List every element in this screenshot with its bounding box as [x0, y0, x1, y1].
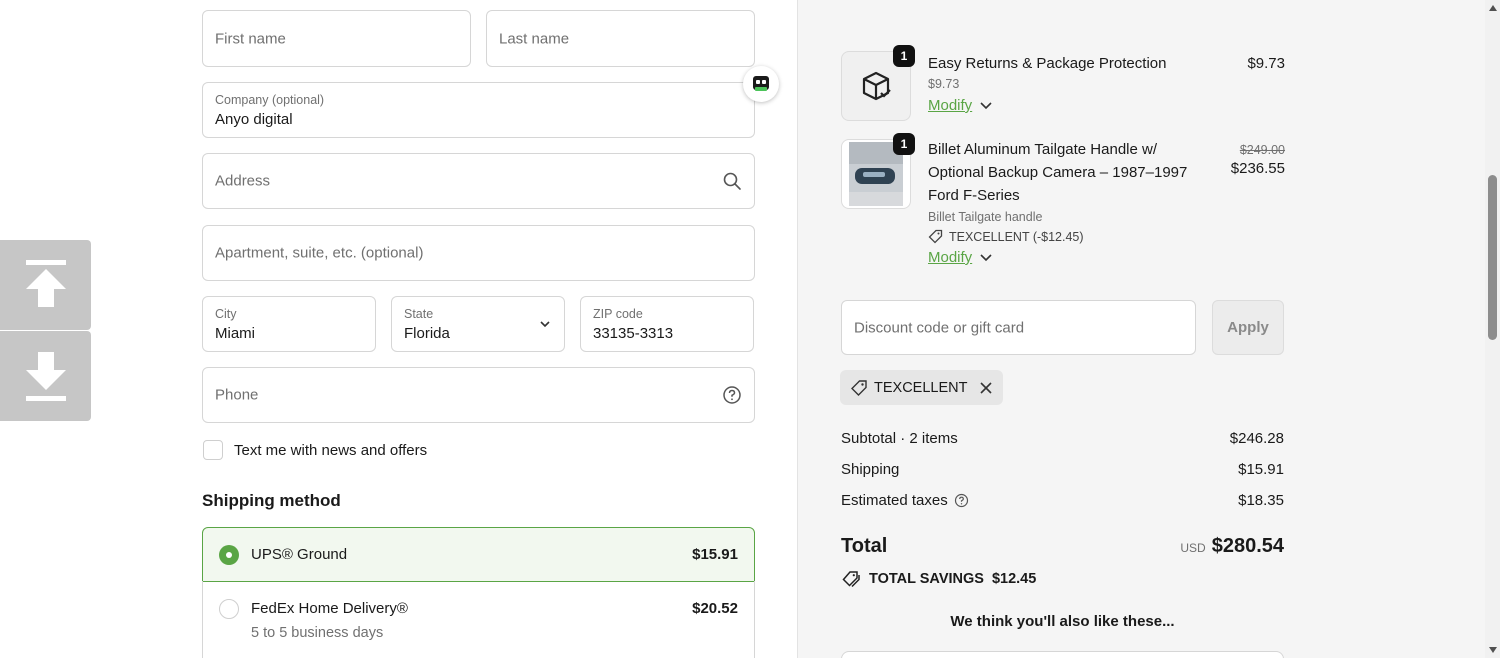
line-item: 1 Easy Returns & Package Protection $9.7…	[841, 45, 1285, 131]
apartment-field[interactable]: Apartment, suite, etc. (optional)	[202, 225, 755, 281]
scroll-down-button[interactable]	[0, 331, 91, 421]
radio-selected[interactable]	[219, 545, 239, 565]
arrow-down-icon	[25, 352, 66, 401]
discount-code-input[interactable]: Discount code or gift card	[841, 300, 1196, 355]
recommendations-title: We think you'll also like these...	[950, 613, 1175, 630]
help-circle-icon[interactable]	[722, 385, 742, 405]
chevron-down-icon	[538, 317, 552, 331]
checkout-form-column: First name Last name Company (optional) …	[0, 0, 797, 658]
tag-icon	[928, 229, 943, 244]
item-variant: $9.73	[928, 77, 960, 91]
taxes-row: Estimated taxes $18.35	[841, 492, 1284, 509]
item-name: Easy Returns & Package Protection	[928, 55, 1167, 72]
state-select[interactable]: State Florida	[391, 296, 565, 352]
item-name: Billet Aluminum Tailgate Handle w/ Optio…	[928, 141, 1188, 204]
apply-discount-button[interactable]: Apply	[1212, 300, 1284, 355]
close-icon[interactable]	[979, 381, 993, 395]
company-field[interactable]: Company (optional) Anyo digital	[202, 82, 755, 138]
item-price: $249.00 $236.55	[1231, 143, 1285, 177]
shipping-option-fedex[interactable]: FedEx Home Delivery® 5 to 5 business day…	[202, 581, 755, 658]
radio-unselected[interactable]	[219, 599, 239, 619]
shipping-option-ups[interactable]: UPS® Ground $15.91	[202, 527, 755, 582]
item-variant: Billet Tailgate handle	[928, 210, 1043, 224]
assistant-bot-icon[interactable]	[743, 66, 779, 102]
modify-link[interactable]: Modify	[928, 97, 992, 114]
arrow-up-icon	[25, 260, 66, 307]
help-circle-icon[interactable]	[954, 493, 969, 508]
last-name-field[interactable]: Last name	[486, 10, 755, 67]
address-field[interactable]: Address	[202, 153, 755, 209]
tag-icon	[851, 379, 867, 396]
search-icon[interactable]	[722, 171, 742, 191]
shipping-method-title: Shipping method	[202, 491, 341, 510]
page-scrollbar[interactable]	[1485, 0, 1500, 658]
chevron-down-icon	[980, 101, 992, 109]
line-item: 1 Billet Aluminum Tailgate Handle w/ Opt…	[841, 133, 1285, 269]
news-opt-in[interactable]: Text me with news and offers	[203, 440, 427, 460]
package-icon	[862, 71, 891, 101]
discounted-price: $236.55	[1230, 160, 1285, 177]
item-discount: TEXCELLENT (-$12.45)	[928, 229, 1084, 244]
applied-discount-tag: TEXCELLENT	[840, 370, 1004, 405]
order-summary-column: 1 Easy Returns & Package Protection $9.7…	[797, 0, 1485, 658]
news-checkbox[interactable]	[203, 440, 223, 460]
tags-icon	[842, 571, 860, 588]
item-price: $9.73	[1247, 55, 1285, 72]
shipping-row: Shipping $15.91	[841, 461, 1284, 478]
city-field[interactable]: City Miami	[202, 296, 376, 352]
scroll-up-button[interactable]	[0, 240, 91, 330]
quantity-badge: 1	[893, 45, 915, 67]
phone-field[interactable]: Phone	[202, 367, 755, 423]
original-price: $249.00	[1239, 143, 1285, 157]
quantity-badge: 1	[893, 133, 915, 155]
scrollbar-up-arrow[interactable]	[1489, 5, 1497, 11]
scrollbar-down-arrow[interactable]	[1489, 647, 1497, 653]
total-savings: TOTAL SAVINGS $12.45	[841, 570, 1036, 588]
subtotal-row: Subtotal · 2 items $246.28	[841, 430, 1284, 447]
total-row: Total USD $280.54	[841, 535, 1284, 557]
chevron-down-icon	[980, 253, 992, 261]
recommendation-card[interactable]	[841, 651, 1284, 658]
zip-field[interactable]: ZIP code 33135-3313	[580, 296, 754, 352]
scrollbar-thumb[interactable]	[1488, 175, 1497, 340]
modify-link[interactable]: Modify	[928, 249, 992, 266]
first-name-field[interactable]: First name	[202, 10, 471, 67]
